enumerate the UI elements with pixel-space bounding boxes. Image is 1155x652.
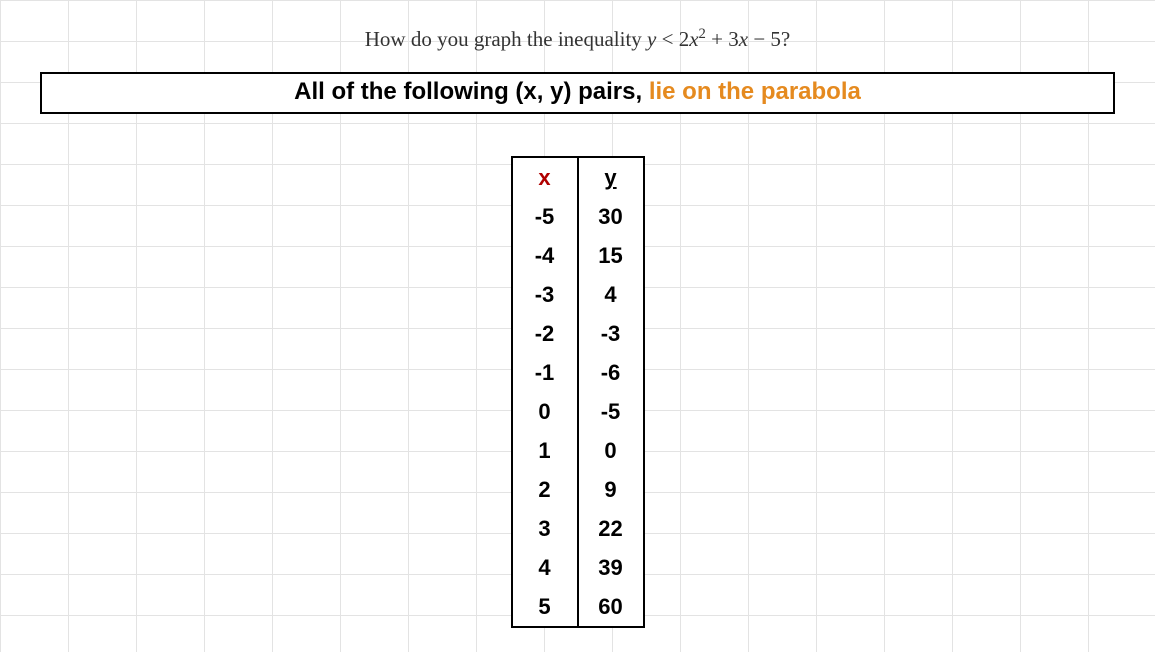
banner: All of the following (x, y) pairs, lie o… (40, 72, 1115, 114)
cell-y: -3 (578, 314, 644, 353)
math-plus3: + 3 (706, 27, 739, 51)
cell-y: -5 (578, 392, 644, 431)
cell-y: 0 (578, 431, 644, 470)
cell-y: 4 (578, 275, 644, 314)
table-row: 439 (512, 548, 644, 587)
cell-y: 30 (578, 197, 644, 236)
cell-x: -1 (512, 353, 578, 392)
cell-x: -4 (512, 236, 578, 275)
banner-orange: lie on the parabola (649, 78, 861, 105)
math-expression: y < 2x2 + 3x − 5? (647, 27, 790, 51)
table-row: 0-5 (512, 392, 644, 431)
table-row: -415 (512, 236, 644, 275)
table-row: -1-6 (512, 353, 644, 392)
cell-y: 22 (578, 509, 644, 548)
cell-x: -3 (512, 275, 578, 314)
table-row: 322 (512, 509, 644, 548)
question-prefix: How do you graph the inequality (365, 27, 647, 51)
col-header-x: x (512, 157, 578, 197)
cell-y: -6 (578, 353, 644, 392)
cell-x: 2 (512, 470, 578, 509)
math-tail: − 5? (748, 27, 790, 51)
cell-x: 4 (512, 548, 578, 587)
cell-x: 3 (512, 509, 578, 548)
cell-y: 60 (578, 587, 644, 627)
math-exp: 2 (699, 26, 706, 42)
table-row: -2-3 (512, 314, 644, 353)
table-row: -34 (512, 275, 644, 314)
cell-x: -5 (512, 197, 578, 236)
cell-y: 39 (578, 548, 644, 587)
cell-y: 15 (578, 236, 644, 275)
table-row: 10 (512, 431, 644, 470)
table-wrap: x y -530-415-34-2-3-1-60-51029322439560 (0, 156, 1155, 628)
math-lt: < (656, 27, 678, 51)
banner-black: All of the following (x, y) pairs, (294, 78, 649, 105)
table-row: -530 (512, 197, 644, 236)
page-content: How do you graph the inequality y < 2x2 … (0, 0, 1155, 628)
col-header-y: y (578, 157, 644, 197)
cell-x: 5 (512, 587, 578, 627)
xy-table: x y -530-415-34-2-3-1-60-51029322439560 (511, 156, 645, 628)
cell-x: -2 (512, 314, 578, 353)
table-row: 560 (512, 587, 644, 627)
cell-x: 1 (512, 431, 578, 470)
math-y: y (647, 27, 656, 51)
table-body: -530-415-34-2-3-1-60-51029322439560 (512, 197, 644, 627)
cell-y: 9 (578, 470, 644, 509)
math-x2: x (739, 27, 748, 51)
cell-x: 0 (512, 392, 578, 431)
math-x1: x (689, 27, 698, 51)
table-header-row: x y (512, 157, 644, 197)
table-row: 29 (512, 470, 644, 509)
math-coef: 2 (679, 27, 690, 51)
question-text: How do you graph the inequality y < 2x2 … (0, 26, 1155, 52)
